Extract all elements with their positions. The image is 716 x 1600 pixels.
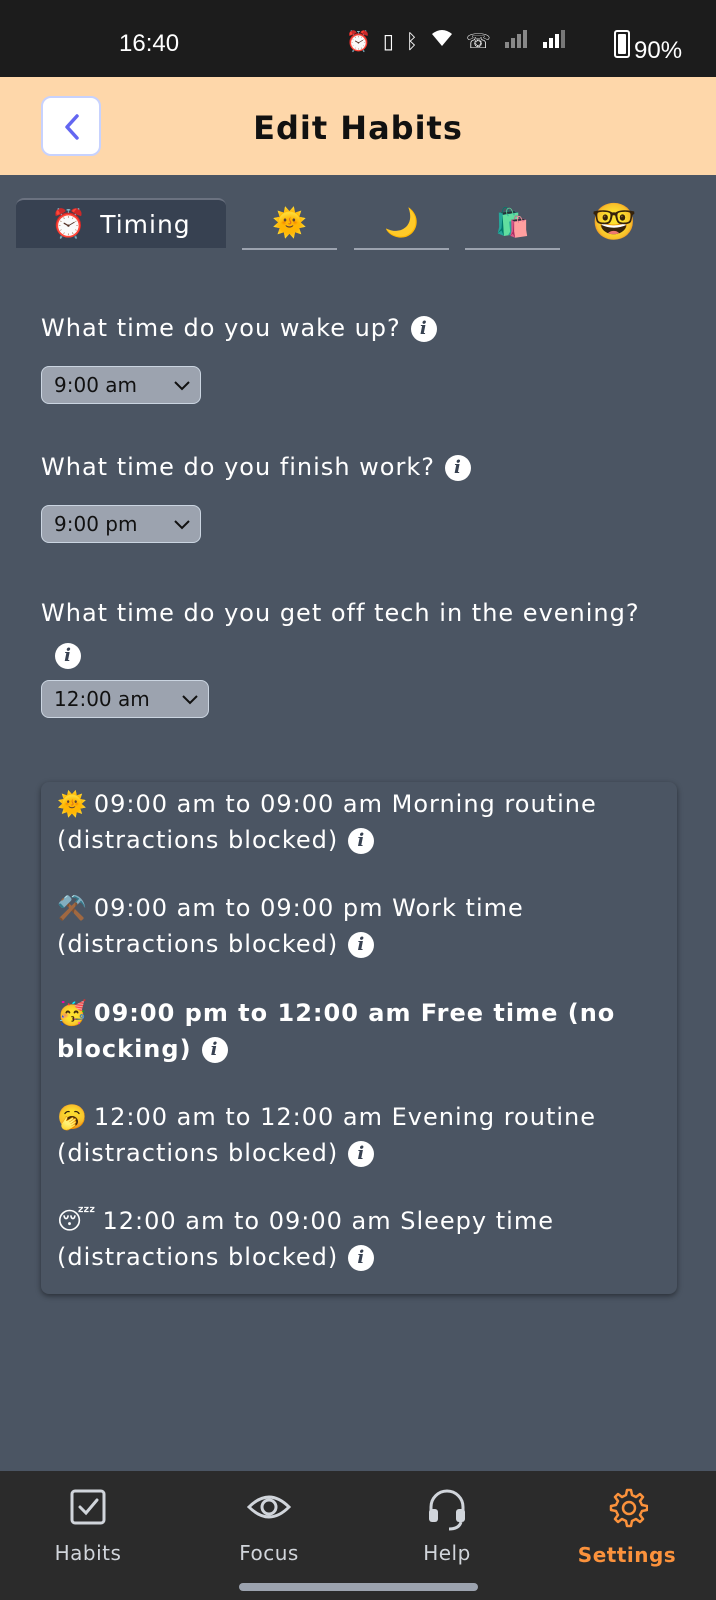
question-finish-work: What time do you finish work? i — [41, 453, 471, 481]
nav-habits-label: Habits — [54, 1541, 122, 1565]
status-icons: ⏰ ▯ ᛒ ☏ — [346, 28, 567, 53]
bottom-nav: Habits Focus Help Settings — [0, 1471, 716, 1600]
bluetooth-icon: ᛒ — [405, 28, 418, 53]
nav-help-label: Help — [423, 1541, 471, 1565]
chevron-down-icon — [174, 520, 190, 530]
chevron-down-icon — [182, 695, 198, 705]
info-icon[interactable]: i — [444, 455, 471, 481]
schedule-item-free: 🥳 09:00 pm to 12:00 am Free time (no block… — [57, 999, 616, 1063]
schedule-item-sleep: 😴 12:00 am to 09:00 am Sleepy time (distra… — [57, 1207, 554, 1271]
yawning-face-icon: 🥱 — [57, 1103, 88, 1131]
finish-work-time-select[interactable]: 9:00 pm — [41, 505, 201, 543]
party-face-icon: 🥳 — [57, 999, 88, 1027]
nerd-face-icon: 🤓 — [591, 202, 637, 243]
question-off-tech: What time do you get off tech in the eve… — [41, 592, 681, 676]
info-icon[interactable]: i — [201, 1037, 228, 1063]
tab-nerd[interactable]: 🤓 — [580, 198, 648, 248]
home-indicator[interactable] — [239, 1583, 478, 1591]
sleeping-face-icon: 😴 — [57, 1207, 97, 1235]
tab-shopping[interactable]: 🛍️ — [465, 198, 560, 250]
schedule-item-evening: 🥱 12:00 am to 12:00 am Evening routine (di… — [57, 1103, 597, 1167]
app-header: Edit Habits — [0, 77, 716, 175]
hammer-pick-icon: ⚒️ — [57, 894, 88, 922]
nav-focus-label: Focus — [239, 1541, 299, 1565]
battery-percent: 90% — [634, 37, 683, 64]
status-bar: 16:40 ⏰ ▯ ᛒ ☏ 90% — [0, 0, 716, 77]
checkbox-icon — [70, 1489, 106, 1525]
nav-habits[interactable]: Habits — [28, 1487, 148, 1565]
finish-work-time-value: 9:00 pm — [54, 512, 138, 536]
info-icon[interactable]: i — [348, 932, 375, 958]
status-time: 16:40 — [119, 30, 180, 57]
schedule-item-work: ⚒️ 09:00 am to 09:00 pm Work time (distrac… — [57, 894, 524, 958]
moon-icon: 🌙 — [384, 206, 419, 239]
question-wake-up: What time do you wake up? i — [41, 314, 437, 342]
shopping-bags-icon: 🛍️ — [495, 206, 530, 239]
nav-help[interactable]: Help — [387, 1487, 507, 1565]
wifi-icon — [430, 28, 454, 53]
info-icon[interactable]: i — [55, 643, 81, 669]
tab-timing-label: Timing — [100, 209, 191, 239]
sun-icon: 🌞 — [57, 790, 88, 818]
nav-settings-label: Settings — [577, 1543, 677, 1567]
signal-2-icon — [541, 28, 567, 53]
info-icon[interactable]: i — [348, 1141, 375, 1167]
off-tech-time-select[interactable]: 12:00 am — [41, 680, 209, 718]
tab-evening[interactable]: 🌙 — [354, 198, 449, 250]
tab-timing[interactable]: ⏰ Timing — [16, 198, 226, 248]
wake-up-time-value: 9:00 am — [54, 373, 138, 397]
schedule-summary: 🌞 09:00 am to 09:00 am Morning routine (di… — [41, 782, 677, 1294]
info-icon[interactable]: i — [410, 316, 437, 342]
wake-up-time-select[interactable]: 9:00 am — [41, 366, 201, 404]
nav-focus[interactable]: Focus — [209, 1487, 329, 1565]
signal-1-icon — [503, 28, 529, 53]
alarm-icon: ⏰ — [346, 28, 371, 53]
chevron-down-icon — [174, 381, 190, 391]
question-wake-up-text: What time do you wake up? — [41, 314, 401, 342]
tab-morning[interactable]: 🌞 — [242, 198, 337, 250]
gear-icon — [609, 1488, 649, 1528]
off-tech-time-value: 12:00 am — [54, 687, 150, 711]
eye-icon — [246, 1495, 292, 1519]
nav-settings[interactable]: Settings — [567, 1487, 687, 1567]
vibrate-icon: ▯ — [382, 28, 394, 53]
schedule-item-morning: 🌞 09:00 am to 09:00 am Morning routine (di… — [57, 790, 597, 854]
headset-icon — [429, 1489, 465, 1531]
habit-tabs: ⏰ Timing 🌞 🌙 🛍️ 🤓 — [0, 198, 716, 250]
info-icon[interactable]: i — [348, 1245, 375, 1271]
battery-icon — [614, 30, 630, 58]
question-finish-work-text: What time do you finish work? — [41, 453, 435, 481]
sun-icon: 🌞 — [272, 206, 307, 239]
wifi-calling-icon: ☏ — [465, 28, 491, 53]
page-title: Edit Habits — [253, 109, 463, 147]
alarm-clock-icon: ⏰ — [51, 207, 87, 240]
battery-indicator: 90% — [614, 30, 682, 65]
question-off-tech-text: What time do you get off tech in the eve… — [41, 599, 640, 627]
info-icon[interactable]: i — [348, 828, 375, 854]
